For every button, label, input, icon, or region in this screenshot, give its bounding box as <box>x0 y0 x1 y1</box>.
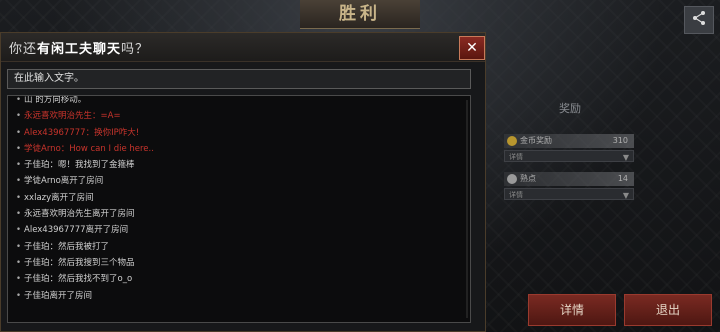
bullet-icon: • <box>16 192 22 203</box>
chat-message: • Alex43967777：换你IP咋大! <box>16 125 456 141</box>
dialog-header: 你还有闲工夫聊天吗？ ✕ <box>1 33 485 62</box>
bullet-icon: • <box>16 241 22 252</box>
message-list: • 山 的方向移动。 • 永远喜欢明治先生：=A= • Alex43967777：换你IP… <box>16 95 456 304</box>
title-emphasis: 有闲工夫聊天 <box>37 42 122 57</box>
message-text: 子佳珀：然后我被打了 <box>24 241 110 252</box>
chat-message: • 子佳珀：然后我被打了 <box>16 239 456 255</box>
chat-message: • 山 的方向移动。 <box>16 95 456 108</box>
message-text: Alex43967777离开了房间 <box>24 225 129 236</box>
share-button[interactable] <box>684 6 714 34</box>
reward-label: 熟点 <box>520 174 536 183</box>
rewards-panel: 奖励 金币奖励 310 详情 ▼ 熟点 14 详情 ▼ <box>490 92 650 210</box>
bullet-icon: • <box>16 257 22 268</box>
reward-row-points: 熟点 14 <box>504 172 634 186</box>
reward-select-points[interactable]: 详情 ▼ <box>504 188 634 200</box>
close-icon: ✕ <box>466 40 478 56</box>
chat-message: • xxlazy离开了房间 <box>16 190 456 206</box>
chat-message: • 子佳珀离开了房间 <box>16 288 456 304</box>
scrollbar[interactable] <box>466 100 468 318</box>
bullet-icon: • <box>16 209 22 220</box>
reward-row-gold: 金币奖励 310 <box>504 134 634 148</box>
message-text: 永远喜欢明治先生离开了房间 <box>24 209 135 220</box>
title-prefix: 你还 <box>9 42 38 57</box>
chat-log[interactable]: • 山 的方向移动。 • 永远喜欢明治先生：=A= • Alex43967777：换你IP… <box>7 95 471 323</box>
chat-message: • 子佳珀：然后我搜到三个物品 <box>16 255 456 271</box>
message-text: 学徒Arno：How can I die here.. <box>24 143 154 154</box>
chat-message: • 子佳珀：然后我找不到了o_o <box>16 271 456 287</box>
chat-message: • Alex43967777离开了房间 <box>16 222 456 238</box>
bullet-icon: • <box>16 160 22 171</box>
chevron-down-icon: ▼ <box>622 153 629 162</box>
message-text: 永远喜欢明治先生：=A= <box>24 111 121 122</box>
chat-message: • 子佳珀：嗯！我找到了金箍棒 <box>16 157 456 173</box>
bullet-icon: • <box>16 95 22 105</box>
chat-message: • 学徒Arno离开了房间 <box>16 173 456 189</box>
chat-message: • 学徒Arno：How can I die here.. <box>16 141 456 157</box>
bullet-icon: • <box>16 274 22 285</box>
dialog-title: 你还有闲工夫聊天吗？ <box>9 38 149 57</box>
share-icon <box>691 10 707 30</box>
chat-message: • 永远喜欢明治先生：=A= <box>16 108 456 124</box>
chat-message: • 永远喜欢明治先生离开了房间 <box>16 206 456 222</box>
chat-input[interactable]: 在此输入文字。 <box>7 69 471 89</box>
reward-select-gold[interactable]: 详情 ▼ <box>504 150 634 162</box>
exit-button[interactable]: 退出 <box>624 294 712 326</box>
close-button[interactable]: ✕ <box>459 36 485 60</box>
chat-dialog: 你还有闲工夫聊天吗？ ✕ 在此输入文字。 • 山 的方向移动。 • 永远喜欢明治先生：… <box>0 32 486 332</box>
message-text: 子佳珀：然后我找不到了o_o <box>24 274 133 285</box>
message-text: 子佳珀：然后我搜到三个物品 <box>24 257 135 268</box>
reward-value: 310 <box>612 136 628 145</box>
message-text: 子佳珀：嗯！我找到了金箍棒 <box>24 160 135 171</box>
chevron-down-icon: ▼ <box>622 191 629 200</box>
rewards-title: 奖励 <box>559 102 581 115</box>
bullet-icon: • <box>16 176 22 187</box>
message-text: 山 的方向移动。 <box>24 95 87 105</box>
message-text: Alex43967777：换你IP咋大! <box>24 127 140 138</box>
bullet-icon: • <box>16 225 22 236</box>
bullet-icon: • <box>16 111 22 122</box>
victory-banner: 胜利 <box>300 0 420 29</box>
details-button[interactable]: 详情 <box>528 294 616 326</box>
reward-value: 14 <box>617 174 628 183</box>
title-suffix: 吗？ <box>121 42 150 57</box>
message-text: 子佳珀离开了房间 <box>24 290 93 301</box>
coin-icon <box>507 135 517 146</box>
message-text: xxlazy离开了房间 <box>24 192 94 203</box>
points-icon <box>507 173 517 184</box>
select-label: 详情 <box>509 191 523 199</box>
bullet-icon: • <box>16 143 22 154</box>
bullet-icon: • <box>16 290 22 301</box>
bullet-icon: • <box>16 127 22 138</box>
reward-label: 金币奖励 <box>520 136 552 145</box>
select-label: 详情 <box>509 153 523 161</box>
message-text: 学徒Arno离开了房间 <box>24 176 104 187</box>
